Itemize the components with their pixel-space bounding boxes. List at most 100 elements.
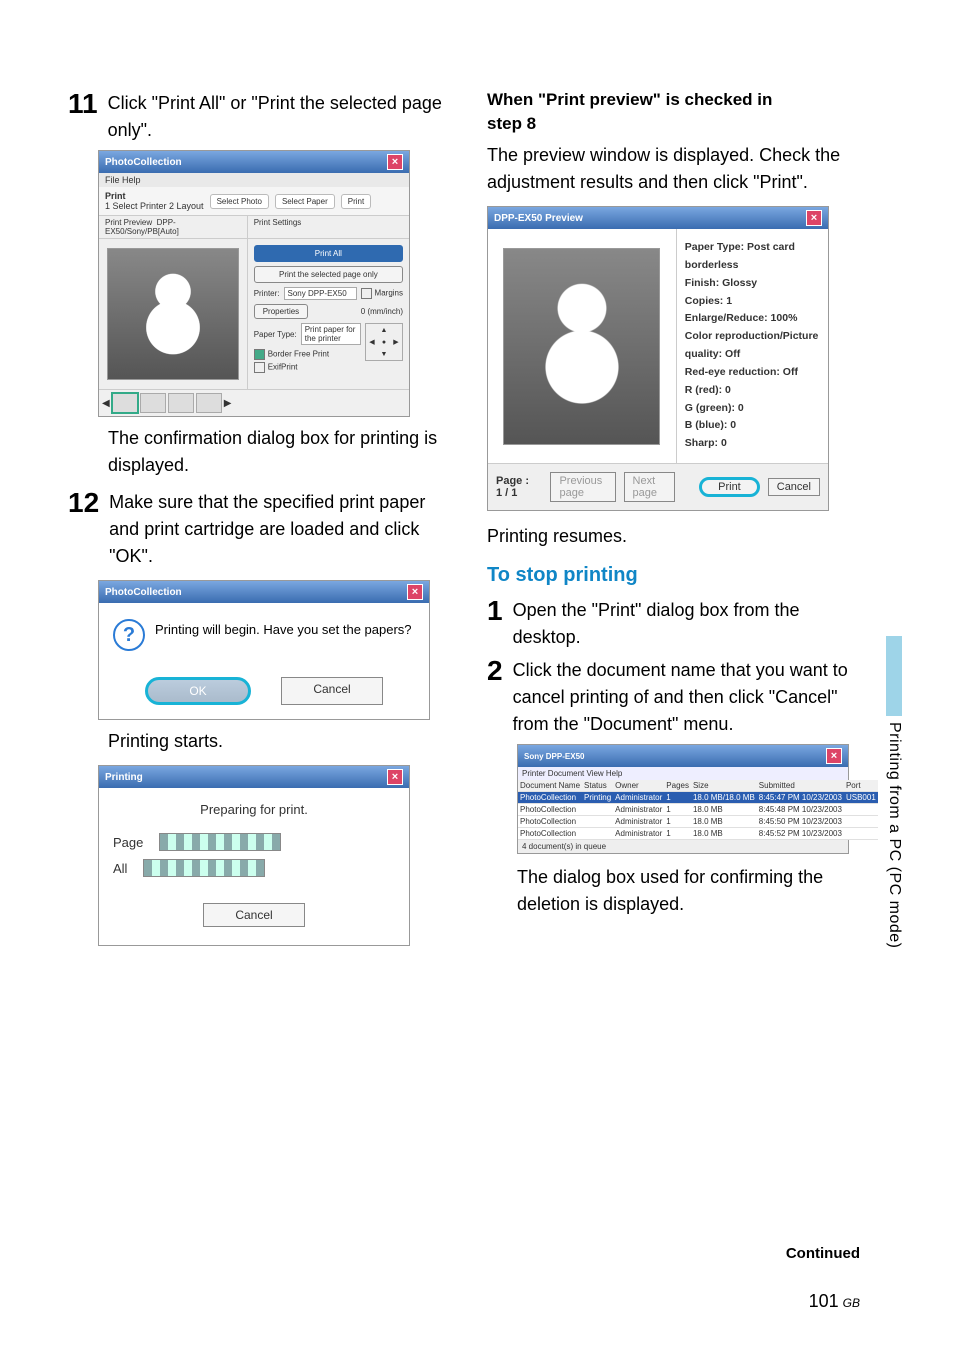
- cell: [582, 804, 613, 816]
- page-number: 101GB: [809, 1291, 860, 1312]
- cell: Administrator: [613, 804, 664, 816]
- printing-starts-text: Printing starts.: [108, 728, 447, 755]
- col-header: Submitted: [757, 780, 844, 792]
- screenshot-confirm-dialog: PhotoCollection × ? Printing will begin.…: [98, 580, 430, 720]
- cell: 1: [664, 828, 691, 840]
- cell: 18.0 MB: [691, 816, 757, 828]
- close-icon[interactable]: ×: [387, 154, 403, 170]
- cancel-button[interactable]: Cancel: [281, 677, 383, 705]
- ok-button[interactable]: OK: [145, 677, 251, 705]
- info-redeye: Red-eye reduction: Off: [685, 364, 820, 382]
- table-row[interactable]: PhotoCollection Administrator118.0 MB8:45…: [518, 828, 878, 840]
- page-thumb[interactable]: [140, 393, 166, 413]
- cell: 18.0 MB/18.0 MB: [691, 792, 757, 804]
- col-header: Pages: [664, 780, 691, 792]
- exif-label: ExifPrint: [268, 363, 298, 372]
- prev-page-button[interactable]: Previous page: [550, 472, 615, 502]
- exif-checkbox[interactable]: [254, 362, 265, 373]
- preview-pane-label: Print Preview: [105, 218, 152, 227]
- print-button[interactable]: Print: [341, 194, 371, 209]
- select-paper-button[interactable]: Select Paper: [275, 194, 335, 209]
- stop-step-2-number: 2: [487, 657, 503, 685]
- table-row[interactable]: PhotoCollectionAdministrator118.0 MB8:45…: [518, 804, 878, 816]
- window-title: DPP-EX50 Preview: [494, 213, 583, 224]
- cell: 18.0 MB: [691, 804, 757, 816]
- table-row[interactable]: PhotoCollectionPrintingAdministrator118.…: [518, 792, 878, 804]
- margins-label: Margins: [375, 289, 403, 298]
- border-free-label: Border Free Print: [268, 350, 329, 359]
- progress-message: Preparing for print.: [113, 802, 395, 817]
- screenshot-printing-progress: Printing × Preparing for print. Page All…: [98, 765, 410, 946]
- cell: [844, 816, 878, 828]
- stop-printing-heading: To stop printing: [487, 564, 866, 587]
- preview-paragraph: The preview window is displayed. Check t…: [487, 142, 866, 196]
- stop-step-1-text: Open the "Print" dialog box from the des…: [513, 597, 866, 651]
- col-header: Owner: [613, 780, 664, 792]
- page-progress-bar: [159, 833, 281, 851]
- print-selected-button[interactable]: Print the selected page only: [254, 266, 403, 283]
- step-12-number: 12: [68, 489, 99, 517]
- col-header: Document Name: [518, 780, 582, 792]
- cell: PhotoCollection: [518, 792, 582, 804]
- close-icon[interactable]: ×: [806, 210, 822, 226]
- preview-image: [503, 248, 660, 445]
- select-photo-button[interactable]: Select Photo: [210, 194, 269, 209]
- preview-image: [107, 248, 239, 380]
- cell: 1: [664, 792, 691, 804]
- cell: USB001: [844, 792, 878, 804]
- info-finish: Finish: Glossy: [685, 275, 820, 293]
- screenshot-print-spooler: Sony DPP-EX50 × Printer Document View He…: [517, 744, 849, 854]
- menu-bar[interactable]: Printer Document View Help: [518, 767, 848, 780]
- paper-label: Paper Type:: [254, 330, 297, 339]
- cell: PhotoCollection: [518, 804, 582, 816]
- close-icon[interactable]: ×: [826, 748, 842, 764]
- spool-table: Document NameStatusOwnerPagesSizeSubmitt…: [518, 780, 878, 840]
- table-row[interactable]: PhotoCollectionAdministrator118.0 MB8:45…: [518, 816, 878, 828]
- cell: [844, 804, 878, 816]
- printer-label: Printer:: [254, 289, 280, 298]
- page-thumb[interactable]: [196, 393, 222, 413]
- printer-combo[interactable]: Sony DPP-EX50: [284, 287, 357, 300]
- cell: 8:45:50 PM 10/23/2003: [757, 816, 844, 828]
- settings-pane-label: Print Settings: [248, 216, 409, 238]
- info-b: B (blue): 0: [685, 417, 820, 435]
- all-label: All: [113, 861, 127, 876]
- side-tab-label: Printing from a PC (PC mode): [885, 722, 903, 949]
- page-label: Page: [113, 835, 143, 850]
- step-11-text: Click "Print All" or "Print the selected…: [108, 90, 447, 144]
- close-icon[interactable]: ×: [387, 769, 403, 785]
- dialog-title: Printing: [105, 772, 143, 783]
- print-all-button[interactable]: Print All: [254, 245, 403, 262]
- properties-button[interactable]: Properties: [254, 304, 308, 319]
- cell: 8:45:52 PM 10/23/2003: [757, 828, 844, 840]
- printing-resumes-text: Printing resumes.: [487, 523, 866, 550]
- close-icon[interactable]: ×: [407, 584, 423, 600]
- cell: 1: [664, 816, 691, 828]
- question-icon: ?: [113, 619, 145, 651]
- border-free-checkbox[interactable]: [254, 349, 265, 360]
- status-bar: 4 document(s) in queue: [518, 840, 848, 853]
- cell: PhotoCollection: [518, 816, 582, 828]
- screenshot-preview-window: DPP-EX50 Preview × Paper Type: Post card…: [487, 206, 829, 511]
- cancel-button[interactable]: Cancel: [203, 903, 305, 927]
- page-thumb[interactable]: [168, 393, 194, 413]
- cell: [844, 828, 878, 840]
- cell: 18.0 MB: [691, 828, 757, 840]
- paper-combo[interactable]: Print paper for the printer: [301, 323, 361, 345]
- col-header: Status: [582, 780, 613, 792]
- menu-bar[interactable]: File Help: [99, 173, 409, 187]
- cell: Administrator: [613, 828, 664, 840]
- page-thumb[interactable]: [112, 393, 138, 413]
- continued-label: Continued: [786, 1245, 860, 1262]
- nudge-arrows[interactable]: ▲◀●▶▼: [365, 323, 403, 361]
- window-title: Sony DPP-EX50: [524, 752, 584, 761]
- print-button[interactable]: Print: [699, 477, 760, 497]
- col-header: Size: [691, 780, 757, 792]
- after-step-11-text: The confirmation dialog box for printing…: [108, 425, 447, 479]
- info-color-reproduction: Color reproduction/Picture quality: Off: [685, 328, 820, 364]
- cell: 1: [664, 804, 691, 816]
- next-page-button[interactable]: Next page: [624, 472, 676, 502]
- cell: PhotoCollection: [518, 828, 582, 840]
- margins-checkbox[interactable]: [361, 288, 372, 299]
- cancel-button[interactable]: Cancel: [768, 478, 820, 496]
